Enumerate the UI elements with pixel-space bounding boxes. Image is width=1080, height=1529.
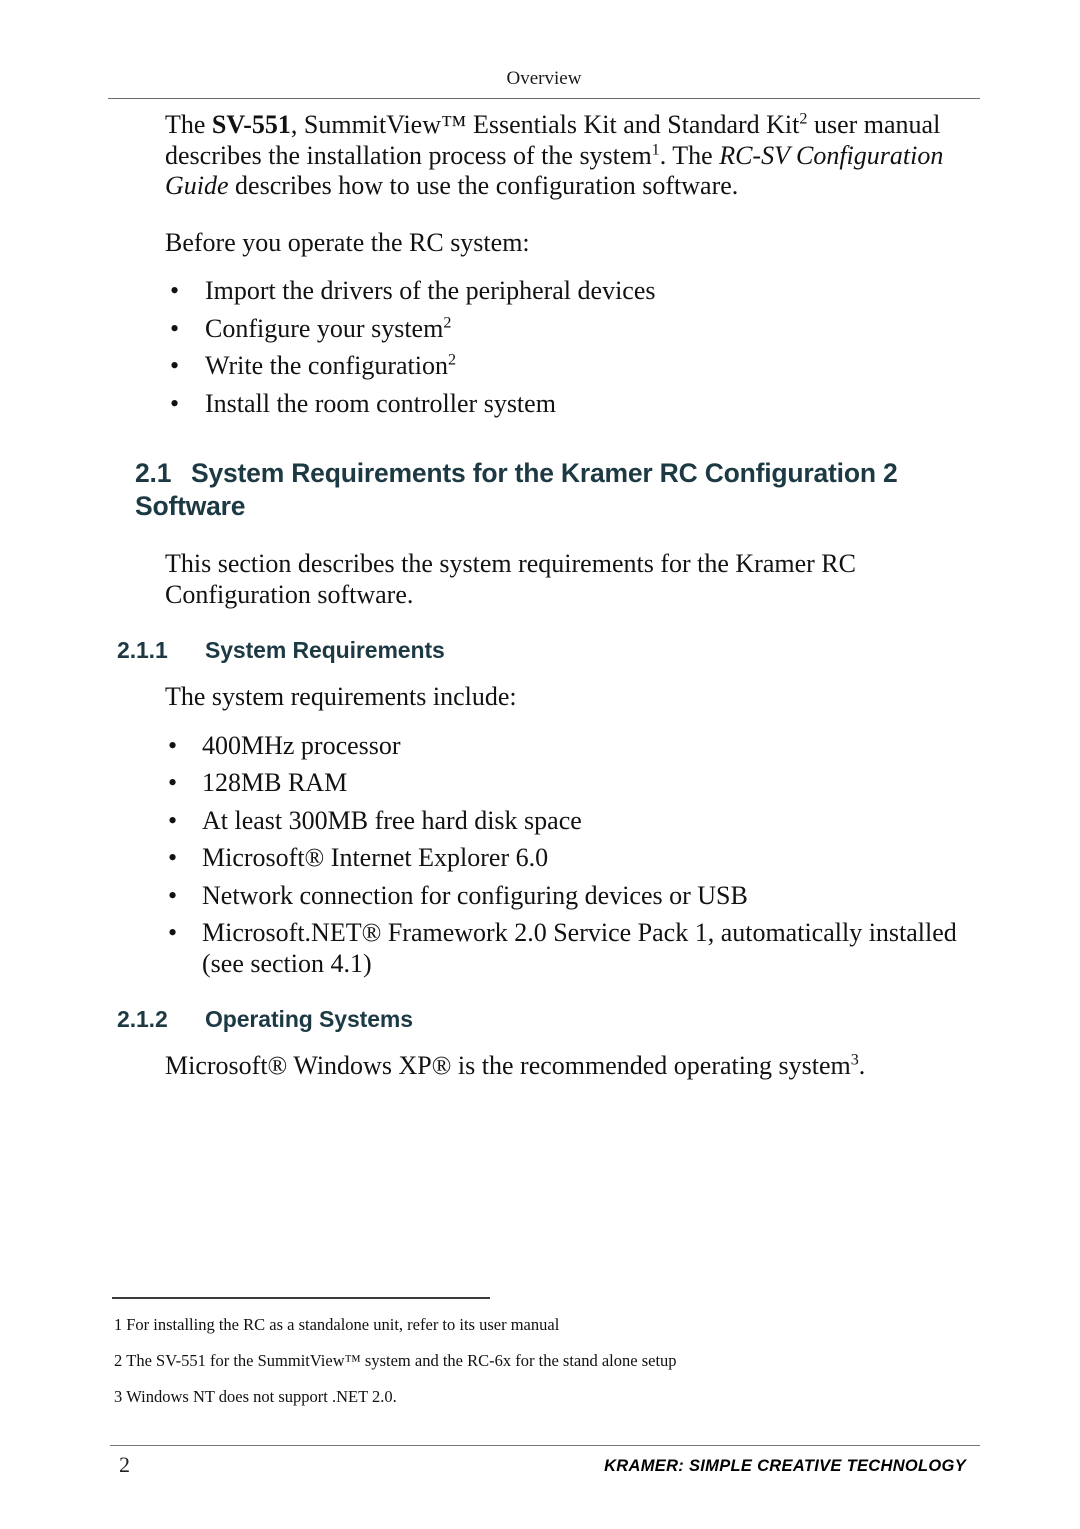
section-heading-2-1: 2.1 System Requirements for the Kramer RC… xyxy=(0,457,1080,523)
intro-seg-2: , SummitView™ Essentials Kit and Standar… xyxy=(290,110,800,139)
footnote-3: 3 Windows NT does not support .NET 2.0. xyxy=(0,1387,1080,1407)
list-item-label: Import the drivers of the peripheral dev… xyxy=(205,276,656,305)
footnote-text: Windows NT does not support .NET 2.0. xyxy=(126,1387,397,1406)
list-item-label: 400MHz processor xyxy=(202,730,401,760)
page-content: The SV-551, SummitView™ Essentials Kit a… xyxy=(0,110,1080,1082)
bullet-icon: • xyxy=(170,276,180,305)
footnote-text: The SV-551 for the SummitView™ system an… xyxy=(126,1351,677,1370)
subsection-title: System Requirements xyxy=(205,637,445,663)
section-title: System Requirements for the Kramer RC Co… xyxy=(135,458,898,521)
footer-brand-text: KRAMER: SIMPLE CREATIVE TECHNOLOGY xyxy=(604,1457,966,1475)
list-item-label: At least 300MB free hard disk space xyxy=(202,805,582,835)
list-item: • 128MB RAM xyxy=(0,768,1080,799)
bullet-icon: • xyxy=(168,805,178,835)
list-item: • At least 300MB free hard disk space xyxy=(0,806,1080,837)
intro-bullet-list: • Import the drivers of the peripheral de… xyxy=(0,276,1080,419)
list-item: • Install the room controller system xyxy=(0,389,1080,420)
bullet-icon: • xyxy=(168,918,178,947)
footnote-separator-rule xyxy=(112,1297,490,1299)
os-paragraph-seg-1: Microsoft® Windows XP® is the recommende… xyxy=(165,1051,851,1080)
footer-rule xyxy=(110,1445,980,1446)
list-item-label: Configure your system xyxy=(205,313,444,343)
list-item: • Import the drivers of the peripheral de… xyxy=(0,276,1080,307)
list-item: • Network connection for configuring devi… xyxy=(0,881,1080,912)
intro-seg-5: describes how to use the configuration s… xyxy=(228,171,739,200)
list-item-label: Network connection for configuring devic… xyxy=(202,880,748,910)
list-item-label: Microsoft® Internet Explorer 6.0 xyxy=(202,843,549,872)
footnote-number: 3 xyxy=(114,1387,123,1406)
bullet-icon: • xyxy=(170,351,180,380)
footnote-ref-1: 1 xyxy=(651,140,660,158)
intro-seg-1: The xyxy=(165,110,212,139)
section-number: 2.1 xyxy=(135,458,172,488)
footnote-1: 1 For installing the RC as a standalone u… xyxy=(0,1315,1080,1335)
subsection-number: 2.1.2 xyxy=(117,1006,168,1032)
running-header: Overview xyxy=(506,68,582,89)
footnote-text: For installing the RC as a standalone un… xyxy=(126,1315,560,1334)
before-operate-paragraph: Before you operate the RC system: xyxy=(165,227,530,257)
bullet-icon: • xyxy=(168,880,178,910)
intro-seg-4: . The xyxy=(659,140,720,170)
subsection-heading-2-1-1: 2.1.1 System Requirements xyxy=(0,636,1080,664)
system-requirements-list: • 400MHz processor • 128MB RAM • At least 3… xyxy=(0,731,1080,980)
header-rule xyxy=(108,98,980,99)
footnote-number: 1 xyxy=(114,1315,123,1334)
document-page: Overview The SV-551, SummitView™ Essenti… xyxy=(0,0,1080,1529)
section-intro-paragraph: This section describes the system requir… xyxy=(165,549,856,609)
bullet-icon: • xyxy=(170,388,180,418)
bullet-icon: • xyxy=(168,768,178,797)
list-item-label: Install the room controller system xyxy=(205,388,556,418)
list-item: • Configure your system2 xyxy=(0,314,1080,345)
footnote-ref-3: 3 xyxy=(850,1051,859,1069)
footnote-ref: 2 xyxy=(443,313,452,331)
product-name-sv551: SV-551 xyxy=(211,110,291,139)
footnote-area: 1 For installing the RC as a standalone u… xyxy=(0,1297,1080,1407)
list-item: • 400MHz processor xyxy=(0,731,1080,762)
bullet-icon: • xyxy=(168,730,178,760)
subsection-number: 2.1.1 xyxy=(117,637,168,663)
subsection-heading-2-1-2: 2.1.2 Operating Systems xyxy=(0,1005,1080,1033)
page-number: 2 xyxy=(119,1452,130,1477)
bullet-icon: • xyxy=(170,313,180,343)
intro-paragraph: The SV-551, SummitView™ Essentials Kit a… xyxy=(0,110,1080,202)
subsection-title: Operating Systems xyxy=(205,1006,413,1032)
list-item-label: 128MB RAM xyxy=(202,768,348,797)
operating-systems-paragraph: Microsoft® Windows XP® is the recommende… xyxy=(0,1051,1080,1082)
list-item: • Write the configuration2 xyxy=(0,351,1080,382)
os-paragraph-seg-2: . xyxy=(858,1051,866,1080)
footnote-ref: 2 xyxy=(447,351,457,369)
list-item: • Microsoft.NET® Framework 2.0 Service Pa… xyxy=(0,918,1080,979)
list-item: • Microsoft® Internet Explorer 6.0 xyxy=(0,843,1080,874)
footnote-number: 2 xyxy=(114,1351,123,1370)
requirements-lead-paragraph: The system requirements include: xyxy=(165,682,517,711)
list-item-label: Write the configuration xyxy=(205,351,448,380)
list-item-label: Microsoft.NET® Framework 2.0 Service Pac… xyxy=(202,918,957,978)
bullet-icon: • xyxy=(168,843,178,872)
footnote-2: 2 The SV-551 for the SummitView™ system a… xyxy=(0,1351,1080,1371)
